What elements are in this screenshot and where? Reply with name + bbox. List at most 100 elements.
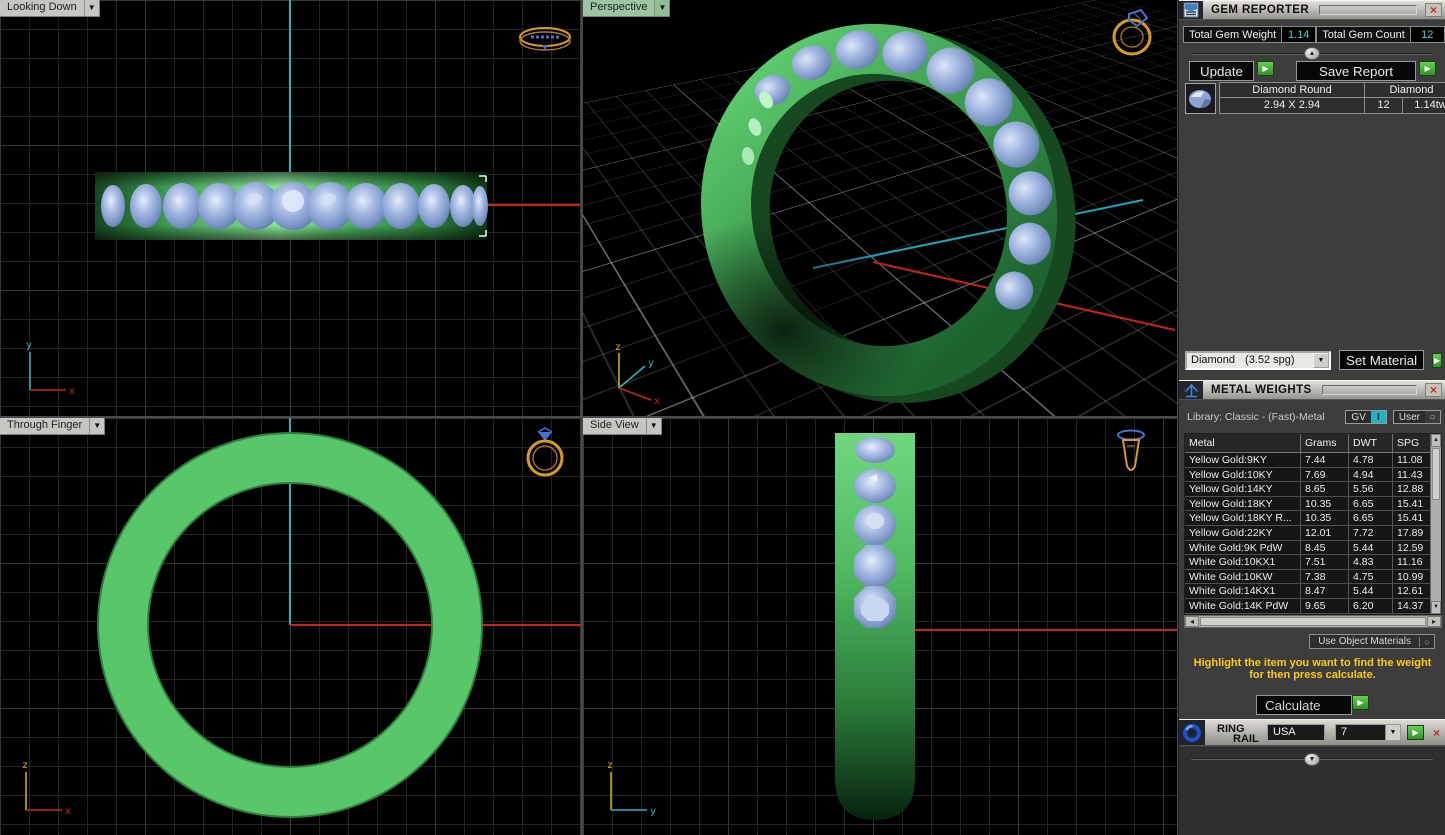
table-row[interactable]: Yellow Gold:18KY10.356.6515.41 <box>1185 497 1430 512</box>
collapse-down-handle[interactable]: ▼ <box>1304 753 1320 766</box>
cell: 17.89 <box>1393 526 1430 540</box>
calculate-button-group: Calculate ▶ <box>1256 695 1369 715</box>
gv-toggle[interactable]: GV I <box>1345 410 1386 424</box>
cell: 7.69 <box>1301 468 1349 482</box>
chevron-down-icon[interactable]: ▼ <box>654 0 669 16</box>
application-window: y x Looking Down ▼ <box>0 0 1445 835</box>
close-icon[interactable]: × <box>1433 726 1440 740</box>
update-button[interactable]: Update <box>1189 61 1254 81</box>
close-icon[interactable]: × <box>1425 383 1442 397</box>
cell: White Gold:14K PdW <box>1185 599 1301 613</box>
table-row[interactable]: Yellow Gold:14KY8.655.5612.88 <box>1185 482 1430 497</box>
scroll-right-icon[interactable]: ▸ <box>1427 616 1441 627</box>
gem-weight: 1.14tw <box>1403 98 1445 114</box>
gem-summary-table: Diamond Round Diamond 2.94 X 2.94 12 1.1… <box>1219 82 1445 114</box>
save-report-go-button[interactable]: ▶ <box>1419 61 1436 76</box>
panel-title: METAL WEIGHTS <box>1203 381 1312 399</box>
column-header-dwt[interactable]: DWT <box>1349 434 1393 452</box>
chevron-down-icon[interactable]: ▼ <box>646 418 661 434</box>
cell: 15.41 <box>1393 511 1430 525</box>
set-material-button[interactable]: Set Material <box>1339 350 1424 370</box>
cell: 15.41 <box>1393 497 1430 511</box>
viewport-title-looking-down[interactable]: Looking Down ▼ <box>0 0 100 17</box>
column-header-spg[interactable]: SPG <box>1393 434 1430 452</box>
cell: 5.56 <box>1349 482 1393 496</box>
cell: Yellow Gold:22KY <box>1185 526 1301 540</box>
table-row[interactable]: White Gold:10KX17.514.8311.16 <box>1185 555 1430 570</box>
horizontal-scrollbar[interactable]: ◂ ▸ <box>1184 615 1442 628</box>
axis-z-label: z <box>607 760 613 771</box>
chevron-down-icon[interactable]: ▼ <box>84 0 99 16</box>
gem-list-row[interactable]: Diamond Round Diamond 2.94 X 2.94 12 1.1… <box>1185 82 1445 114</box>
metal-table-body: Yellow Gold:9KY7.444.7811.08Yellow Gold:… <box>1185 453 1430 614</box>
right-panel: GEM REPORTER × Total Gem Weight 1.14 Tot… <box>1178 0 1445 835</box>
cell: 4.75 <box>1349 570 1393 584</box>
cell: 12.88 <box>1393 482 1430 496</box>
ring-rail-go-button[interactable]: ▶ <box>1407 725 1424 740</box>
scroll-down-icon[interactable]: ▼ <box>1431 601 1441 614</box>
ring-orientation-icon <box>1105 6 1161 58</box>
cell: 12.01 <box>1301 526 1349 540</box>
viewport-through-finger[interactable]: z x Through Finger ▼ <box>0 418 581 835</box>
user-label: User <box>1394 411 1425 423</box>
table-row[interactable]: White Gold:14K PdW9.656.2014.37 <box>1185 599 1430 614</box>
ring-size-select[interactable]: 7 ▼ <box>1335 724 1401 741</box>
viewport-title-perspective[interactable]: Perspective ▼ <box>583 0 670 17</box>
cell: 11.43 <box>1393 468 1430 482</box>
table-row[interactable]: White Gold:10KW7.384.7510.99 <box>1185 570 1430 585</box>
collapse-separator: ▲ <box>1191 53 1433 55</box>
cell: Yellow Gold:9KY <box>1185 453 1301 467</box>
chevron-down-icon[interactable]: ▼ <box>1385 725 1400 740</box>
collapse-separator: ▼ <box>1191 758 1433 760</box>
total-gem-count-label: Total Gem Count <box>1316 26 1411 43</box>
table-row[interactable]: White Gold:9K PdW8.455.4412.59 <box>1185 541 1430 556</box>
collapse-up-handle[interactable]: ▲ <box>1304 47 1320 60</box>
ring-orientation-icon <box>516 22 574 58</box>
table-row[interactable]: Yellow Gold:22KY12.017.7217.89 <box>1185 526 1430 541</box>
axis-indicator-xyz: z y x <box>601 340 671 406</box>
scroll-left-icon[interactable]: ◂ <box>1185 616 1199 627</box>
cell: 7.51 <box>1301 555 1349 569</box>
table-row[interactable]: White Gold:14KX18.475.4412.61 <box>1185 584 1430 599</box>
cell: White Gold:9K PdW <box>1185 541 1301 555</box>
viewport-title-label: Through Finger <box>0 418 89 434</box>
cell: 5.44 <box>1349 584 1393 598</box>
scrollbar-thumb[interactable] <box>1200 617 1426 626</box>
column-header-grams[interactable]: Grams <box>1301 434 1349 452</box>
scroll-up-icon[interactable]: ▲ <box>1431 434 1441 447</box>
table-row[interactable]: Yellow Gold:9KY7.444.7811.08 <box>1185 453 1430 468</box>
viewport-title-side-view[interactable]: Side View ▼ <box>583 418 662 435</box>
region-field[interactable]: USA <box>1267 724 1325 741</box>
cell: 7.72 <box>1349 526 1393 540</box>
table-row[interactable]: Yellow Gold:10KY7.694.9411.43 <box>1185 468 1430 483</box>
cell: 12.59 <box>1393 541 1430 555</box>
chevron-down-icon[interactable]: ▼ <box>1313 353 1329 368</box>
table-row[interactable]: Yellow Gold:18KY R...10.356.6515.41 <box>1185 511 1430 526</box>
axis-indicator-xz: z x <box>10 756 80 822</box>
cell: 10.35 <box>1301 497 1349 511</box>
cell: 10.35 <box>1301 511 1349 525</box>
set-material-go-button[interactable]: ▶ <box>1432 353 1442 368</box>
user-toggle[interactable]: User ○ <box>1393 410 1441 424</box>
vertical-scrollbar[interactable]: ▲ ▼ <box>1430 434 1441 614</box>
gem-thumbnail <box>1185 83 1216 114</box>
axis-x-label: x <box>69 386 75 397</box>
total-gem-weight-label: Total Gem Weight <box>1183 26 1282 43</box>
calculate-button[interactable]: Calculate <box>1256 695 1352 715</box>
update-go-button[interactable]: ▶ <box>1257 61 1274 76</box>
scene-ring-front-view <box>0 418 581 835</box>
close-icon[interactable]: × <box>1425 3 1442 17</box>
material-select[interactable]: Diamond (3.52 spg) ▼ <box>1185 351 1331 370</box>
use-object-materials-button[interactable]: Use Object Materials ○ <box>1309 634 1435 649</box>
column-header-metal[interactable]: Metal <box>1185 434 1301 452</box>
cell: Yellow Gold:18KY <box>1185 497 1301 511</box>
gem-reporter-titlebar: GEM REPORTER × <box>1179 0 1445 20</box>
calculate-go-button[interactable]: ▶ <box>1352 695 1369 710</box>
chevron-down-icon[interactable]: ▼ <box>89 418 104 434</box>
viewport-title-through-finger[interactable]: Through Finger ▼ <box>0 418 105 435</box>
viewport-side-view[interactable]: z y Side View ▼ <box>583 418 1177 835</box>
scrollbar-thumb[interactable] <box>1432 448 1440 500</box>
viewport-looking-down[interactable]: y x Looking Down ▼ <box>0 0 581 416</box>
save-report-button[interactable]: Save Report <box>1296 61 1416 81</box>
viewport-perspective[interactable]: z y x Perspective ▼ <box>583 0 1177 416</box>
